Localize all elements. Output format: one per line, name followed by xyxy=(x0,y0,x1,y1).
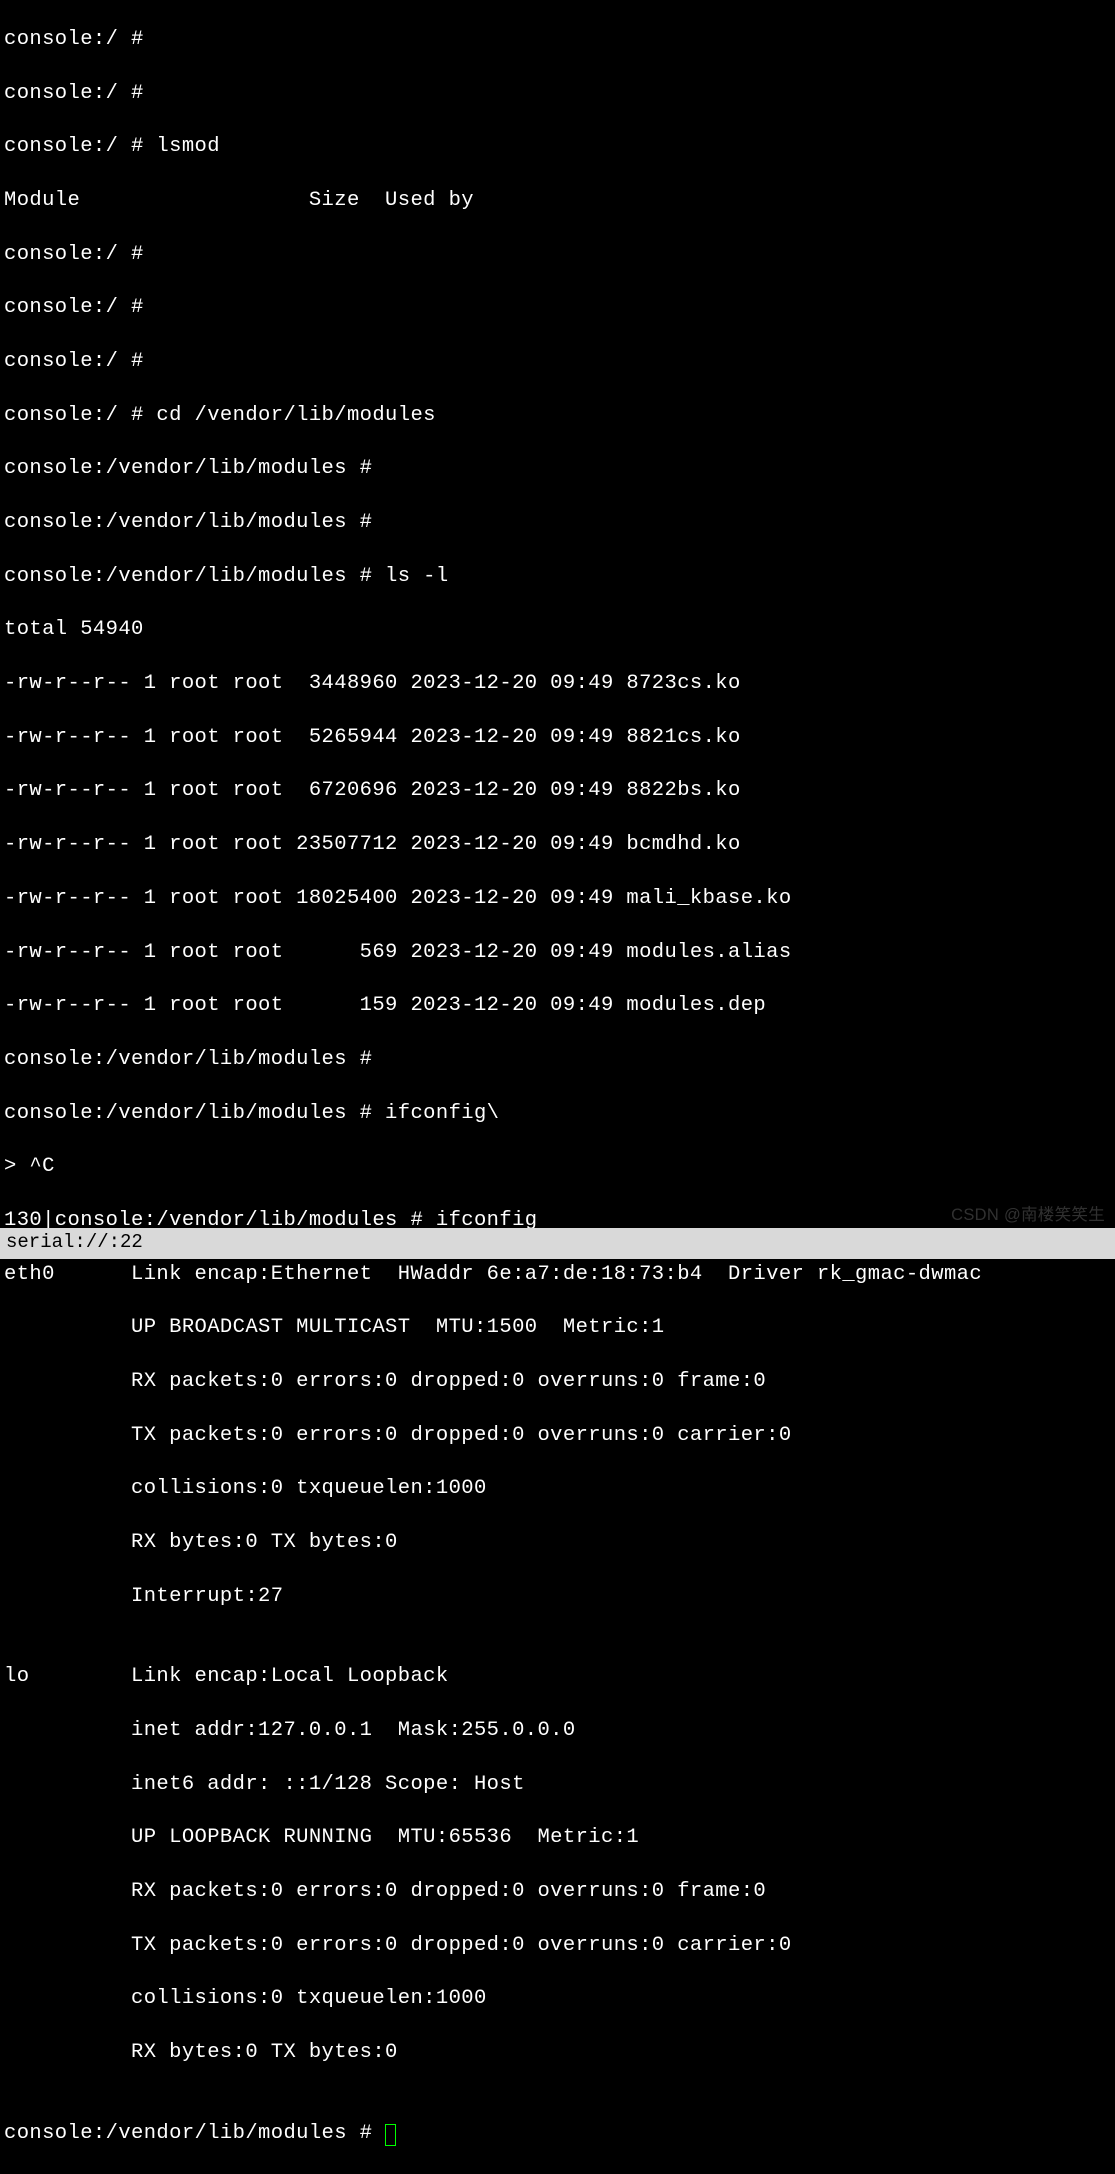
terminal-line: total 54940 xyxy=(4,617,1111,644)
terminal-line: console:/ # lsmod xyxy=(4,134,1111,161)
terminal-line: collisions:0 txqueuelen:1000 xyxy=(4,1986,1111,2013)
terminal-output[interactable]: console:/ # console:/ # console:/ # lsmo… xyxy=(0,0,1115,2174)
terminal-prompt: console:/vendor/lib/modules # xyxy=(4,2122,385,2145)
terminal-line: -rw-r--r-- 1 root root 5265944 2023-12-2… xyxy=(4,725,1111,752)
terminal-line: Interrupt:27 xyxy=(4,1584,1111,1611)
terminal-line: lo Link encap:Local Loopback xyxy=(4,1664,1111,1691)
terminal-line: console:/ # xyxy=(4,349,1111,376)
terminal-line: console:/vendor/lib/modules # xyxy=(4,456,1111,483)
watermark-text: CSDN @南楼笑笑生 xyxy=(951,1205,1105,1227)
status-bar: serial://:22 xyxy=(0,1228,1115,1259)
terminal-line: console:/vendor/lib/modules # xyxy=(4,1047,1111,1074)
terminal-line: collisions:0 txqueuelen:1000 xyxy=(4,1476,1111,1503)
terminal-line: eth0 Link encap:Ethernet HWaddr 6e:a7:de… xyxy=(4,1262,1111,1289)
terminal-line: RX bytes:0 TX bytes:0 xyxy=(4,1530,1111,1557)
terminal-line: UP BROADCAST MULTICAST MTU:1500 Metric:1 xyxy=(4,1315,1111,1342)
terminal-line: UP LOOPBACK RUNNING MTU:65536 Metric:1 xyxy=(4,1825,1111,1852)
terminal-line: console:/ # xyxy=(4,242,1111,269)
terminal-line: -rw-r--r-- 1 root root 3448960 2023-12-2… xyxy=(4,671,1111,698)
terminal-line: RX packets:0 errors:0 dropped:0 overruns… xyxy=(4,1879,1111,1906)
terminal-line: inet addr:127.0.0.1 Mask:255.0.0.0 xyxy=(4,1718,1111,1745)
terminal-line: TX packets:0 errors:0 dropped:0 overruns… xyxy=(4,1933,1111,1960)
terminal-line: -rw-r--r-- 1 root root 159 2023-12-20 09… xyxy=(4,993,1111,1020)
terminal-line: TX packets:0 errors:0 dropped:0 overruns… xyxy=(4,1423,1111,1450)
terminal-line: console:/ # xyxy=(4,81,1111,108)
terminal-line: > ^C xyxy=(4,1154,1111,1181)
terminal-prompt-line: console:/vendor/lib/modules # xyxy=(4,2121,1111,2148)
terminal-line: console:/vendor/lib/modules # ifconfig\ xyxy=(4,1101,1111,1128)
terminal-line: RX bytes:0 TX bytes:0 xyxy=(4,2040,1111,2067)
terminal-line: console:/vendor/lib/modules # xyxy=(4,510,1111,537)
terminal-line: inet6 addr: ::1/128 Scope: Host xyxy=(4,1772,1111,1799)
cursor-icon[interactable] xyxy=(385,2124,396,2146)
terminal-line: -rw-r--r-- 1 root root 569 2023-12-20 09… xyxy=(4,940,1111,967)
terminal-line: RX packets:0 errors:0 dropped:0 overruns… xyxy=(4,1369,1111,1396)
terminal-line: -rw-r--r-- 1 root root 23507712 2023-12-… xyxy=(4,832,1111,859)
terminal-line: -rw-r--r-- 1 root root 18025400 2023-12-… xyxy=(4,886,1111,913)
terminal-line: console:/ # cd /vendor/lib/modules xyxy=(4,403,1111,430)
terminal-line: console:/vendor/lib/modules # ls -l xyxy=(4,564,1111,591)
terminal-line: console:/ # xyxy=(4,295,1111,322)
terminal-line: -rw-r--r-- 1 root root 6720696 2023-12-2… xyxy=(4,778,1111,805)
terminal-line: console:/ # xyxy=(4,27,1111,54)
terminal-line: Module Size Used by xyxy=(4,188,1111,215)
